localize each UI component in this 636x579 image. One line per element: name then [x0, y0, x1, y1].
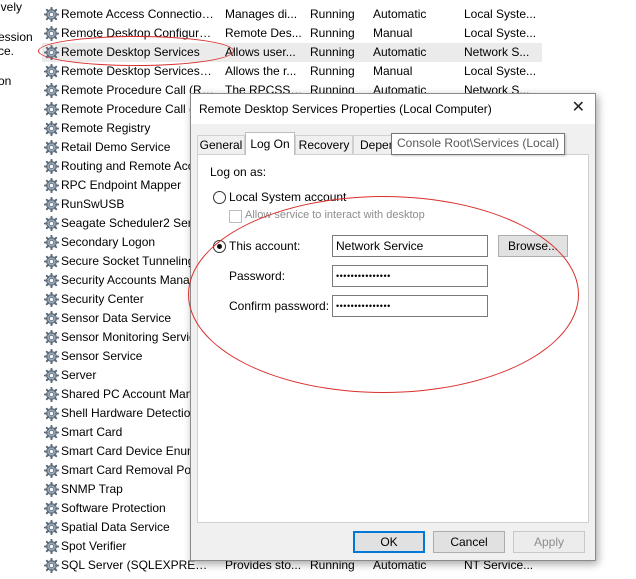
ok-button[interactable]: OK [353, 531, 425, 553]
service-row[interactable]: Remote Desktop Services Allows user... Run… [42, 43, 542, 62]
allow-interact-checkbox[interactable] [229, 210, 242, 223]
service-gear-icon [43, 6, 60, 23]
service-startup-type: Manual [373, 64, 413, 78]
service-name: Remote Desktop Services [61, 45, 200, 59]
log-on-panel: Log on as: Local System account Allow se… [197, 154, 589, 523]
this-account-radio[interactable] [213, 240, 226, 253]
close-icon[interactable]: ✕ [572, 99, 585, 117]
service-description: Manages di... [225, 7, 298, 21]
service-log-on-as: Local Syste... [464, 7, 537, 21]
apply-button[interactable]: Apply [513, 531, 585, 553]
account-name-input[interactable]: Network Service [332, 235, 488, 257]
service-gear-icon [43, 253, 60, 270]
allow-interact-label: Allow service to interact with desktop [245, 209, 425, 221]
tab-general[interactable]: General [197, 135, 245, 154]
local-system-label[interactable]: Local System account [229, 190, 346, 204]
service-status: Running [310, 64, 355, 78]
left-panel-text: on [0, 74, 12, 88]
confirm-password-input[interactable]: ••••••••••••••• [332, 295, 488, 317]
service-name: Remote Desktop Configurat... [61, 26, 215, 40]
service-gear-icon [43, 557, 60, 574]
tooltip: Console Root\Services (Local) [391, 133, 566, 155]
service-log-on-as: Local Syste... [464, 64, 537, 78]
service-status: Running [310, 26, 355, 40]
service-gear-icon [43, 234, 60, 251]
service-startup-type: Manual [373, 26, 413, 40]
left-panel-text: ession [0, 30, 33, 44]
service-gear-icon [43, 101, 60, 118]
service-gear-icon [43, 291, 60, 308]
service-gear-icon [43, 25, 60, 42]
service-gear-icon [43, 481, 60, 498]
service-startup-type: Automatic [373, 7, 427, 21]
local-system-radio[interactable] [213, 191, 226, 204]
left-description-panel: ively ession ce. on [0, 0, 40, 578]
cancel-button[interactable]: Cancel [433, 531, 505, 553]
service-name: Remote Desktop Services U... [61, 64, 215, 78]
dialog-title: Remote Desktop Services Properties (Loca… [199, 102, 492, 116]
tab-recovery[interactable]: Recovery [295, 135, 353, 154]
service-gear-icon [43, 158, 60, 175]
service-gear-icon [43, 310, 60, 327]
password-label: Password: [229, 269, 286, 283]
service-gear-icon [43, 82, 60, 99]
service-gear-icon [43, 177, 60, 194]
service-gear-icon [43, 405, 60, 422]
service-description: Remote Des... [225, 26, 302, 40]
service-gear-icon [43, 120, 60, 137]
tab-log-on[interactable]: Log On [245, 132, 295, 155]
service-gear-icon [43, 519, 60, 536]
log-on-as-label: Log on as: [210, 165, 267, 179]
service-startup-type: Automatic [373, 45, 427, 59]
this-account-label[interactable]: This account: [229, 239, 300, 253]
service-gear-icon [43, 329, 60, 346]
service-gear-icon [43, 272, 60, 289]
service-row[interactable]: Remote Desktop Services U... Allows the r… [42, 62, 542, 81]
password-input[interactable]: ••••••••••••••• [332, 265, 488, 287]
service-gear-icon [43, 215, 60, 232]
service-gear-icon [43, 500, 60, 517]
service-gear-icon [43, 139, 60, 156]
service-gear-icon [43, 386, 60, 403]
service-gear-icon [43, 443, 60, 460]
service-row[interactable]: Remote Desktop Configurat... Remote Des..… [42, 24, 542, 43]
service-properties-dialog: Remote Desktop Services Properties (Loca… [190, 93, 596, 561]
service-log-on-as: Local Syste... [464, 26, 537, 40]
confirm-password-label: Confirm password: [229, 299, 330, 313]
left-panel-text: ce. [0, 44, 15, 58]
browse-button[interactable]: Browse... [498, 235, 568, 257]
service-description: Allows user... [225, 45, 296, 59]
service-status: Running [310, 7, 355, 21]
service-log-on-as: Network S... [464, 45, 530, 59]
left-panel-text: ively [0, 0, 23, 14]
service-gear-icon [43, 348, 60, 365]
service-gear-icon [43, 462, 60, 479]
service-gear-icon [43, 538, 60, 555]
service-gear-icon [43, 196, 60, 213]
service-row[interactable]: Remote Access Connection... Manages di...… [42, 5, 542, 24]
service-gear-icon [43, 367, 60, 384]
service-status: Running [310, 45, 355, 59]
dialog-titlebar[interactable]: Remote Desktop Services Properties (Loca… [191, 94, 595, 124]
service-gear-icon [43, 44, 60, 61]
service-gear-icon [43, 63, 60, 80]
service-description: Allows the r... [225, 64, 297, 78]
service-name: Remote Access Connection... [61, 7, 215, 21]
service-gear-icon [43, 424, 60, 441]
